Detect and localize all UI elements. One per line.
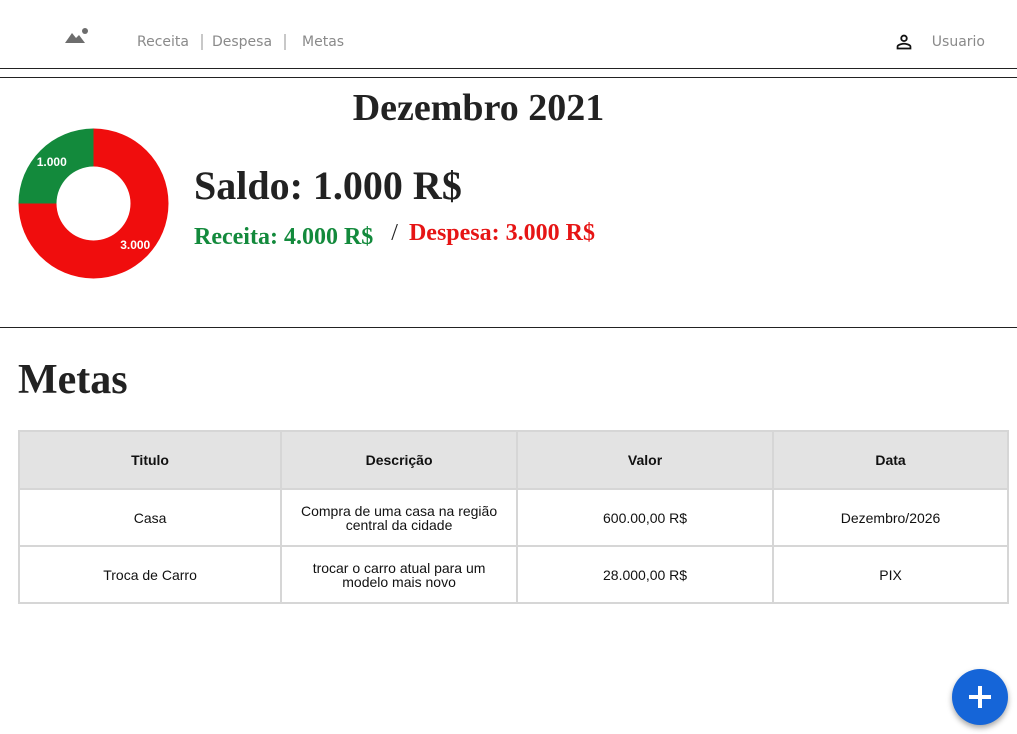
person-icon — [896, 34, 912, 50]
header-divider — [0, 77, 1017, 78]
nav-link-metas[interactable]: Metas — [302, 34, 344, 50]
income-total: Receita: 4.000 R$ — [194, 224, 374, 250]
cell-titulo: Troca de Carro — [17, 545, 283, 604]
nav-link-despesa[interactable]: Despesa — [212, 34, 272, 50]
nav-divider — [200, 34, 203, 50]
month-title: Dezembro 2021 — [352, 87, 605, 129]
user-menu[interactable]: Usuario — [893, 31, 985, 53]
table-row[interactable]: Casa Compra de uma casa na região centra… — [17, 488, 1009, 547]
add-goal-button[interactable] — [952, 669, 1008, 725]
header-divider — [0, 68, 1017, 69]
cell-valor: 600.00,00 R$ — [516, 488, 775, 547]
totals-line: Receita: 4.000 R$ / Despesa: 3.000 R$ — [194, 220, 595, 250]
expense-total: Despesa: 3.000 R$ — [408, 220, 595, 246]
cell-descricao: trocar o carro atual para um modelo mais… — [280, 545, 519, 604]
plus-icon — [969, 686, 991, 708]
table-row[interactable]: Troca de Carro trocar o carro atual para… — [17, 545, 1009, 604]
donut-label-despesa: 3.000 — [120, 238, 150, 252]
nav-links: Receita Despesa Metas — [137, 34, 344, 50]
goals-table: Titulo Descrição Valor Data Casa Compra … — [17, 430, 1009, 604]
totals-separator: / — [391, 220, 398, 246]
table-header-row: Titulo Descrição Valor Data — [17, 430, 1009, 490]
goals-heading: Metas — [18, 357, 128, 403]
column-header-descricao: Descrição — [280, 430, 519, 490]
mountain-logo-icon[interactable] — [64, 26, 90, 46]
nav-divider — [284, 34, 287, 50]
cell-descricao: Compra de uma casa na região central da … — [280, 488, 519, 547]
cell-data: PIX — [772, 545, 1009, 604]
user-label: Usuario — [931, 34, 985, 50]
column-header-data: Data — [772, 430, 1009, 490]
cell-data: Dezembro/2026 — [772, 488, 1009, 547]
nav-link-receita[interactable]: Receita — [137, 34, 189, 50]
top-navbar: Receita Despesa Metas Usuario — [0, 0, 1017, 68]
balance-donut-chart: 1.000 3.000 — [18, 128, 169, 279]
balance-total: Saldo: 1.000 R$ — [194, 163, 462, 208]
column-header-valor: Valor — [516, 430, 775, 490]
section-divider — [0, 327, 1017, 328]
cell-titulo: Casa — [17, 488, 283, 547]
column-header-titulo: Titulo — [17, 430, 283, 490]
donut-label-receita: 1.000 — [37, 155, 67, 169]
cell-valor: 28.000,00 R$ — [516, 545, 775, 604]
